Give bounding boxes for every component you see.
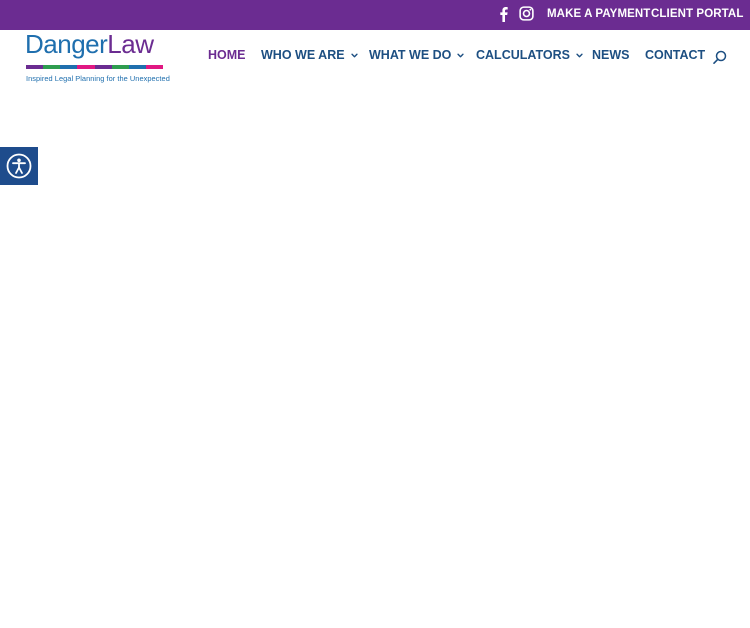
nav-item-label: HOME	[208, 48, 246, 62]
nav-item-label: CONTACT	[645, 48, 706, 62]
logo-stripe-segment	[128, 65, 146, 69]
logo-tagline: Inspired Legal Planning for the Unexpect…	[26, 74, 170, 83]
instagram-icon[interactable]	[519, 6, 534, 21]
make-payment-link[interactable]: MAKE A PAYMENT	[547, 8, 650, 20]
nav-item-contact[interactable]: CONTACT	[645, 48, 705, 62]
logo-stripe-segment	[43, 65, 61, 69]
logo-stripe-segment	[77, 65, 95, 69]
logo-stripe-segment	[145, 65, 163, 69]
logo-wordmark: DangerLaw	[25, 29, 154, 59]
logo-stripe-segment	[60, 65, 78, 69]
client-portal-link[interactable]: CLIENT PORTAL	[651, 8, 743, 20]
nav-item-label: WHAT WE DO	[369, 48, 452, 62]
logo-color-stripe	[26, 65, 163, 69]
nav-item-home[interactable]: HOME	[208, 48, 246, 62]
accessibility-toolbar-button[interactable]	[0, 147, 38, 185]
logo-stripe-segment	[111, 65, 129, 69]
dangerlaw-logo[interactable]: DangerLaw Inspired Legal Planning for th…	[25, 29, 170, 86]
logo-word-danger: Danger	[25, 29, 108, 59]
chevron-down-icon	[457, 53, 465, 57]
logo-word-law: Law	[107, 29, 154, 59]
nav-item-calculators[interactable]: CALCULATORS	[476, 48, 583, 62]
nav-item-label: CALCULATORS	[476, 48, 570, 62]
nav-item-label: WHO WE ARE	[261, 48, 345, 62]
logo-stripe-segment	[94, 65, 112, 69]
logo-stripe-segment	[26, 65, 44, 69]
accessibility-icon	[6, 153, 32, 179]
site-header: DangerLaw Inspired Legal Planning for th…	[0, 30, 750, 92]
nav-item-news[interactable]: NEWS	[592, 48, 630, 62]
nav-item-label: NEWS	[592, 48, 630, 62]
search-icon[interactable]	[713, 50, 727, 64]
nav-item-who-we-are[interactable]: WHO WE ARE	[261, 48, 358, 62]
top-bar: MAKE A PAYMENT CLIENT PORTAL	[0, 0, 750, 30]
nav-item-what-we-do[interactable]: WHAT WE DO	[369, 48, 465, 62]
chevron-down-icon	[350, 53, 358, 57]
facebook-icon[interactable]	[497, 6, 509, 22]
chevron-down-icon	[576, 53, 583, 57]
